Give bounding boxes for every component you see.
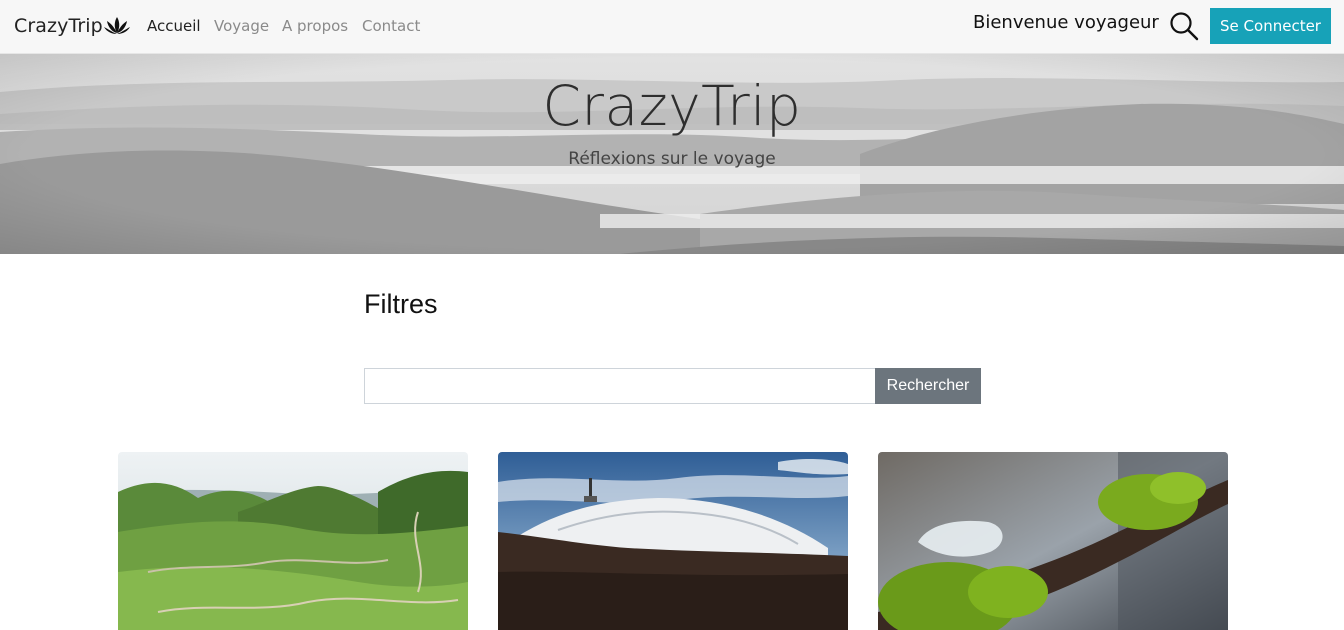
card-image (118, 452, 468, 630)
hero-banner: CrazyTrip Réflexions sur le voyage (0, 54, 1344, 254)
card-image (498, 452, 848, 630)
navbar: CrazyTrip Accueil Voyage A propos Contac… (0, 0, 1344, 54)
search-icon[interactable] (1169, 11, 1199, 41)
search-button[interactable]: Rechercher (875, 368, 981, 404)
login-button[interactable]: Se Connecter (1210, 8, 1331, 44)
welcome-text: Bienvenue voyageur (973, 12, 1159, 33)
card-green-mountain-valley[interactable] (118, 452, 468, 630)
nav-link-accueil[interactable]: Accueil (147, 17, 201, 35)
card-mossy-branch-ice[interactable] (878, 452, 1228, 630)
nav-link-a-propos[interactable]: A propos (282, 17, 348, 35)
card-image (878, 452, 1228, 630)
search-input[interactable] (364, 368, 876, 404)
filters-title: Filtres (364, 289, 438, 319)
brand-link[interactable]: CrazyTrip (14, 15, 103, 37)
card-snowy-mountain-antenna[interactable] (498, 452, 848, 630)
nav-link-voyage[interactable]: Voyage (214, 17, 269, 35)
lotus-icon[interactable] (104, 15, 130, 37)
hero-subtitle: Réflexions sur le voyage (568, 149, 776, 169)
nav-link-contact[interactable]: Contact (362, 17, 420, 35)
hero-title: CrazyTrip (542, 74, 802, 138)
